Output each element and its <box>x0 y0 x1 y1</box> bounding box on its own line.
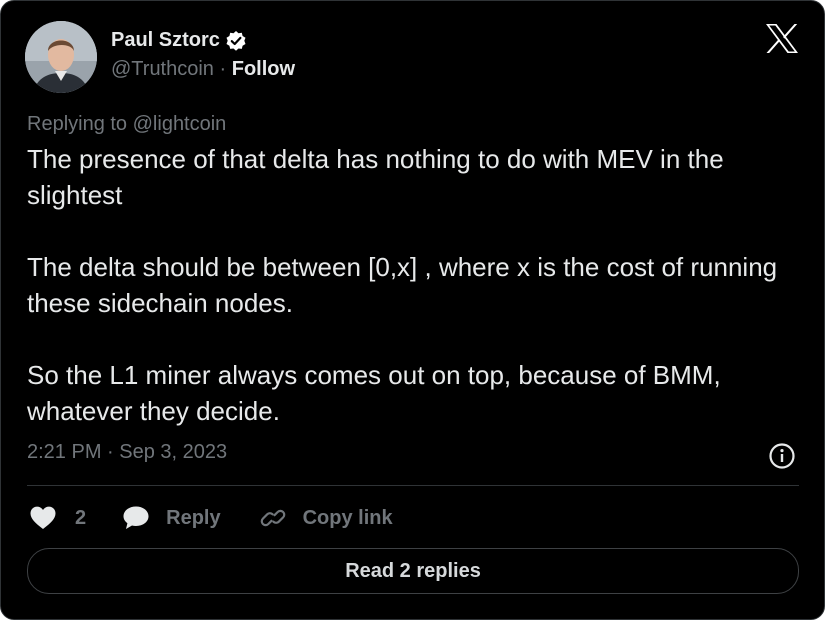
follow-button[interactable]: Follow <box>232 58 295 80</box>
speech-bubble-icon <box>122 505 150 531</box>
author-handle-row: @Truthcoin · Follow <box>111 58 295 81</box>
tweet-paragraph: The delta should be between [0,x] , wher… <box>27 252 778 318</box>
avatar[interactable] <box>25 21 97 93</box>
author-handle[interactable]: @Truthcoin <box>111 58 214 80</box>
tweet-timestamp[interactable]: 2:21 PM · Sep 3, 2023 <box>27 441 227 464</box>
tweet-text: The presence of that delta has nothing t… <box>27 141 807 429</box>
x-logo-icon[interactable] <box>765 23 799 54</box>
link-icon <box>259 504 287 532</box>
copy-link-button[interactable]: Copy link <box>259 504 393 532</box>
divider <box>27 485 799 486</box>
tweet-paragraph: So the L1 miner always comes out on top,… <box>27 360 721 426</box>
reply-label: Reply <box>166 506 221 529</box>
heart-icon <box>29 505 57 531</box>
replying-to-handle[interactable]: @lightcoin <box>133 113 227 135</box>
copy-link-label: Copy link <box>302 506 393 529</box>
action-bar: 2 Reply Copy link <box>29 502 393 534</box>
tweet-paragraph: The presence of that delta has nothing t… <box>27 144 724 210</box>
replying-to-line: Replying to @lightcoin <box>27 113 226 136</box>
reply-button[interactable]: Reply <box>122 505 221 531</box>
author-display-name[interactable]: Paul Sztorc <box>111 29 220 52</box>
info-icon[interactable] <box>768 442 796 470</box>
verified-badge-icon <box>225 30 247 52</box>
author-name-row: Paul Sztorc <box>111 29 247 52</box>
tweet-embed-card: Paul Sztorc @Truthcoin · Follow Replying… <box>0 0 825 620</box>
like-count: 2 <box>75 506 87 529</box>
like-button[interactable]: 2 <box>29 505 86 531</box>
separator-dot: · <box>219 58 227 80</box>
read-replies-button[interactable]: Read 2 replies <box>27 548 799 594</box>
replying-prefix: Replying to <box>27 113 128 135</box>
